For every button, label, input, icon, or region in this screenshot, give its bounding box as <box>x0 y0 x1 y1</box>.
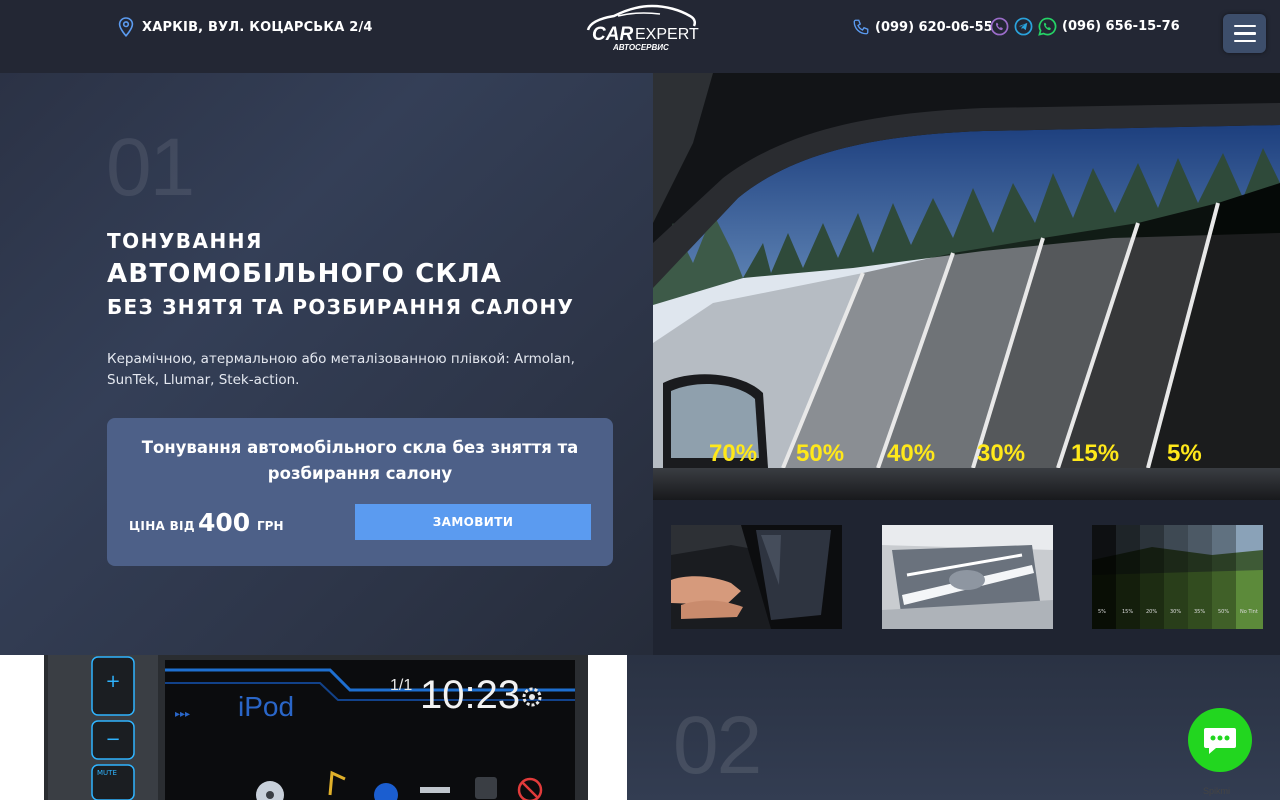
thumb-tint-label: 35% <box>1194 609 1206 615</box>
phone-icon <box>853 19 869 35</box>
thumb-tint-label: No Tint <box>1240 609 1258 615</box>
logo[interactable]: CAR EXPERT АВТОСЕРВИС <box>580 4 700 54</box>
hero-title-line-1: ТОНУВАННЯ <box>107 229 263 253</box>
thumbnail-3[interactable]: 5% 15% 20% 30% 35% 50% No Tint <box>1092 525 1263 629</box>
whatsapp-icon[interactable] <box>1038 17 1057 36</box>
tint-label: 5% <box>1167 440 1202 467</box>
radio-mute-label: MUTE <box>97 769 117 777</box>
tint-label: 15% <box>1071 440 1120 467</box>
logo-subtitle: АВТОСЕРВИС <box>613 43 669 52</box>
phone-number-2: (096) 656-15-76 <box>1062 19 1180 34</box>
card-title: Тонування автомобільного скла без зняття… <box>141 438 579 483</box>
car-radio-illustration: + − ▸▸▸ <box>44 655 588 800</box>
thumb-tint-label: 30% <box>1170 609 1182 615</box>
phone-link-1[interactable]: (099) 620-06-55 <box>852 18 993 36</box>
radio-clock: 10:23 <box>420 673 521 717</box>
tint-label: 30% <box>977 440 1026 467</box>
hero-title-line-2: АВТОМОБІЛЬНОГО СКЛА <box>107 259 503 289</box>
thumbnail-2-image <box>882 525 1053 629</box>
location-pin-icon <box>118 17 134 37</box>
thumb-tint-label: 20% <box>1146 609 1158 615</box>
thumbnail-1-image <box>671 525 842 629</box>
section-number: 01 <box>106 122 195 213</box>
tinted-window-image[interactable]: 70% 50% 40% 30% 15% 5% <box>653 73 1280 500</box>
price-value: 400 <box>198 508 251 537</box>
tint-label: 40% <box>887 440 936 467</box>
tint-label: 70% <box>709 440 758 467</box>
tint-label: 50% <box>796 440 845 467</box>
thumb-tint-label: 15% <box>1122 609 1134 615</box>
thumbnail-3-labels: 5% 15% 20% 30% 35% 50% No Tint <box>1092 609 1263 619</box>
hero-description: Керамічною, атермальною або металізованн… <box>107 351 575 388</box>
svg-text:▸▸▸: ▸▸▸ <box>175 709 190 720</box>
thumbnail-strip: 5% 15% 20% 30% 35% 50% No Tint <box>653 525 1280 629</box>
thumb-tint-label: 5% <box>1098 609 1106 615</box>
price-card: Тонування автомобільного скла без зняття… <box>107 418 613 566</box>
menu-bar <box>1233 24 1256 28</box>
thumb-tint-label: 50% <box>1218 609 1230 615</box>
hamburger-menu-button[interactable] <box>1223 14 1266 53</box>
chat-bubble-icon <box>1204 728 1236 754</box>
section-number-2: 02 <box>673 700 762 791</box>
hero-gallery: 70% 50% 40% 30% 15% 5% 5% 15% 20% 30% 35… <box>653 73 1280 655</box>
price-currency: ГРН <box>257 519 284 533</box>
tint-labels: 70% 50% 40% 30% 15% 5% <box>653 440 1280 470</box>
svg-text:−: − <box>105 729 120 750</box>
section-2-panel: 02 <box>627 655 1280 800</box>
hero-title-line-3: БЕЗ ЗНЯТЯ ТА РОЗБИРАННЯ САЛОНУ <box>107 295 575 319</box>
phone-link-2[interactable]: (096) 656-15-76 <box>990 17 1180 36</box>
order-button[interactable]: ЗАМОВИТИ <box>355 504 591 540</box>
phone-number-1: (099) 620-06-55 <box>875 19 993 35</box>
price-label: ЦІНА ВІД <box>129 519 195 533</box>
radio-track-label: 1/1 <box>390 677 413 694</box>
car-radio-image: + − ▸▸▸ iPod 1/1 10:23 MUTE <box>0 655 627 800</box>
menu-bar <box>1233 32 1256 35</box>
chat-widget-label: Spikmi <box>1203 786 1231 796</box>
logo-expert-text: EXPERT <box>635 26 699 43</box>
menu-bar <box>1233 39 1256 43</box>
thumbnail-2[interactable] <box>882 525 1053 629</box>
svg-text:+: + <box>105 671 120 692</box>
telegram-icon[interactable] <box>1014 17 1033 36</box>
radio-source-label: iPod <box>238 691 295 722</box>
thumbnail-1[interactable] <box>671 525 842 629</box>
address-text: ХАРКІВ, ВУЛ. КОЦАРСЬКА 2/4 <box>142 19 373 35</box>
hero-text-panel: 01 ТОНУВАННЯ АВТОМОБІЛЬНОГО СКЛА БЕЗ ЗНЯ… <box>0 73 653 655</box>
site-header: ХАРКІВ, ВУЛ. КОЦАРСЬКА 2/4 CAR EXPERT АВ… <box>0 0 1280 73</box>
viber-icon[interactable] <box>990 17 1009 36</box>
address[interactable]: ХАРКІВ, ВУЛ. КОЦАРСЬКА 2/4 <box>118 17 373 37</box>
window-tint-illustration <box>653 73 1280 500</box>
chat-widget-button[interactable] <box>1188 708 1252 772</box>
